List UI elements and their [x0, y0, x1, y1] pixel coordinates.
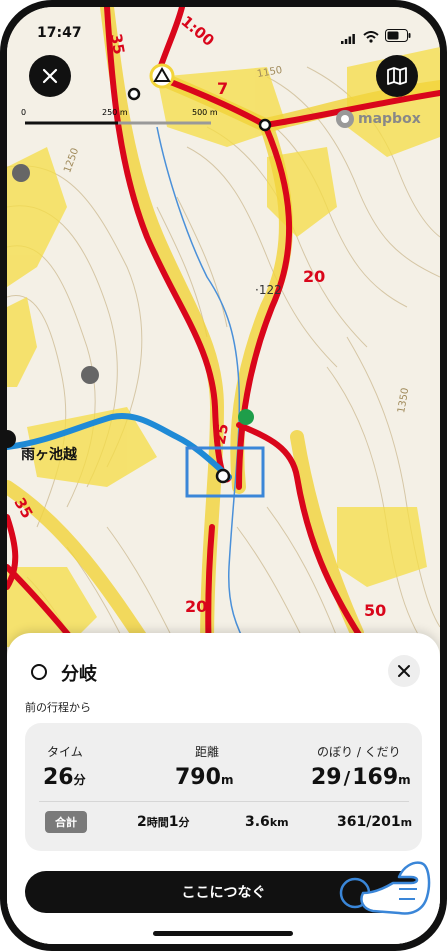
stats-panel: タイム 距離 のぼり / くだり 26分 790m 29/169m 合計 2時間… [25, 723, 422, 851]
scale-zero: 0 [21, 108, 27, 117]
close-sheet-button[interactable] [388, 655, 420, 687]
phone-frame: 17:47 0 250 m 500 m mapbox 1:00 35 7 115… [0, 0, 447, 951]
distance-value: 790m [175, 765, 234, 790]
battery-icon [385, 27, 411, 46]
tap-hand-icon [333, 853, 433, 927]
wifi-icon [363, 28, 379, 47]
close-icon [398, 665, 410, 677]
close-icon [42, 68, 58, 84]
screen: 17:47 0 250 m 500 m mapbox 1:00 35 7 115… [7, 7, 440, 944]
waypoint-circle-icon [31, 664, 47, 680]
map-label-25: 25 [210, 422, 233, 446]
stats-divider [39, 801, 409, 802]
time-label: タイム [47, 745, 83, 759]
total-distance: 3.6km [245, 814, 289, 830]
map-icon [387, 67, 407, 85]
mapbox-logo: mapbox [335, 109, 421, 129]
total-time: 2時間1分 [137, 814, 190, 830]
updown-label: のぼり / くだり [317, 745, 401, 759]
map-label-place: 雨ヶ池越 [21, 447, 77, 463]
signal-icon [341, 29, 355, 44]
map-label-35-top: 35 [106, 32, 129, 56]
sheet-title: 分岐 [61, 664, 97, 685]
map-layer-button[interactable] [376, 55, 418, 97]
distance-label: 距離 [195, 745, 220, 759]
map-label-20-right: 20 [303, 267, 326, 286]
total-badge: 合計 [45, 811, 87, 833]
map-label-7: 7 [217, 79, 229, 98]
mapbox-icon [336, 110, 354, 128]
waypoint-sheet: 分岐 前の行程から タイム 距離 のぼり / くだり 26分 790m 29/1… [7, 633, 440, 944]
mapbox-text: mapbox [358, 111, 421, 127]
scale-mid: 250 m [102, 108, 128, 117]
close-map-button[interactable] [29, 55, 71, 97]
home-indicator [153, 931, 293, 936]
updown-value: 29/169m [311, 765, 411, 790]
scale-end: 500 m [192, 108, 218, 117]
total-updown: 361/201m [337, 814, 413, 830]
map-label-122: ·122 [255, 283, 282, 297]
status-time: 17:47 [37, 25, 82, 41]
map-label-50: 50 [364, 601, 387, 620]
map-label-20-bottom: 20 [185, 597, 208, 616]
time-value: 26分 [43, 765, 86, 790]
sheet-subtitle: 前の行程から [25, 701, 91, 714]
